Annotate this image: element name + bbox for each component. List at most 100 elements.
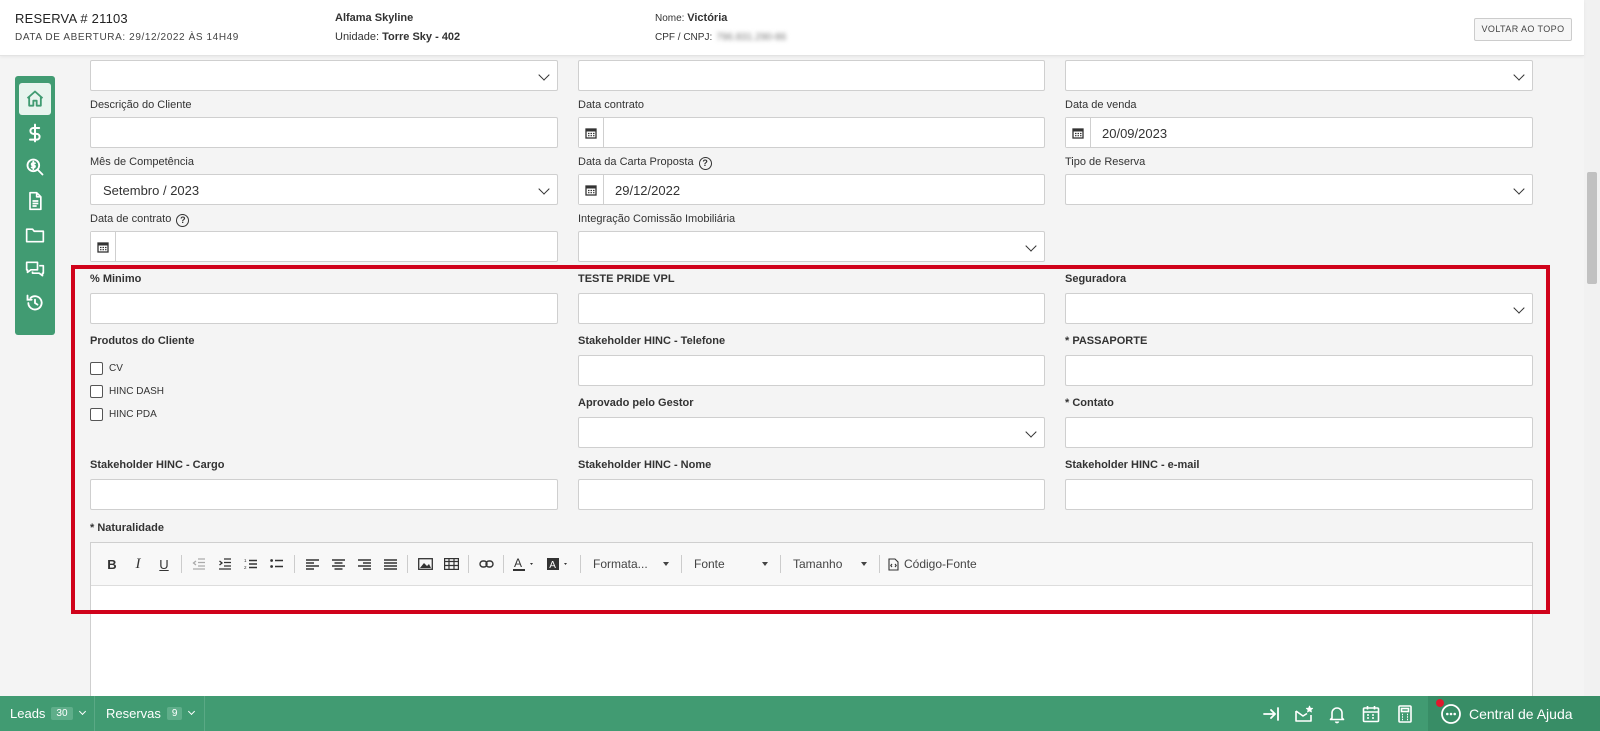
reservation-number: RESERVA # 21103 bbox=[15, 11, 128, 26]
data-carta-proposta-input[interactable]: 29/12/2022 bbox=[578, 174, 1045, 205]
page-header: RESERVA # 21103 DATA DE ABERTURA: 29/12/… bbox=[0, 0, 1584, 56]
sidebar bbox=[15, 76, 55, 335]
search-dollar-icon bbox=[26, 158, 44, 176]
checkbox-box[interactable] bbox=[90, 408, 103, 421]
outdent-button[interactable] bbox=[186, 552, 212, 576]
data-contrato-input[interactable] bbox=[578, 117, 1045, 148]
stakeholder-nome-input[interactable] bbox=[578, 479, 1045, 510]
label-data-contrato: Data contrato bbox=[578, 99, 645, 111]
leads-count-badge: 30 bbox=[51, 707, 73, 720]
justify-button[interactable] bbox=[377, 552, 403, 576]
reservation-info: RESERVA # 21103 DATA DE ABERTURA: 29/12/… bbox=[15, 11, 239, 43]
stakeholder-cargo-input[interactable] bbox=[90, 479, 558, 510]
image-button[interactable] bbox=[412, 552, 438, 576]
tipo-reserva-select[interactable] bbox=[1065, 174, 1533, 205]
naturalidade-editor[interactable]: B I U 12 A A Formata... Fonte Tamanho Có… bbox=[90, 542, 1533, 712]
input-top-col2[interactable] bbox=[578, 60, 1045, 91]
align-right-button[interactable] bbox=[351, 552, 377, 576]
integracao-comissao-select[interactable] bbox=[578, 231, 1045, 262]
calculator-icon[interactable] bbox=[1395, 704, 1415, 724]
bell-icon[interactable] bbox=[1327, 704, 1347, 724]
back-to-top-button[interactable]: VOLTAR AO TOPO bbox=[1474, 18, 1572, 41]
calendar-icon[interactable] bbox=[579, 118, 604, 147]
svg-text:A: A bbox=[549, 560, 556, 571]
data-venda-input[interactable]: 20/09/2023 bbox=[1065, 117, 1533, 148]
label-stakeholder-email: Stakeholder HINC - e-mail bbox=[1065, 459, 1200, 471]
sidebar-item-history[interactable] bbox=[15, 287, 55, 319]
align-center-button[interactable] bbox=[325, 552, 351, 576]
sidebar-item-documents[interactable] bbox=[15, 185, 55, 217]
label-data-carta-proposta: Data da Carta Proposta? bbox=[578, 156, 712, 170]
editor-body[interactable] bbox=[91, 586, 1532, 711]
font-dropdown[interactable]: Fonte bbox=[686, 552, 776, 576]
stakeholder-telefone-input[interactable] bbox=[578, 355, 1045, 386]
checkbox-box[interactable] bbox=[90, 385, 103, 398]
sidebar-item-financial[interactable] bbox=[15, 117, 55, 149]
leads-menu[interactable]: Leads 30 bbox=[10, 696, 86, 731]
mail-star-icon[interactable] bbox=[1294, 704, 1314, 724]
help-center-button[interactable]: Central de Ajuda bbox=[1428, 696, 1600, 731]
checkbox-hinc-pda[interactable]: HINC PDA bbox=[90, 408, 157, 421]
teste-pride-vpl-input[interactable] bbox=[578, 293, 1045, 324]
bulleted-list-button[interactable] bbox=[264, 552, 290, 576]
reservas-menu[interactable]: Reservas 9 bbox=[106, 696, 196, 731]
doc-value: 796.831.290-86 bbox=[716, 32, 787, 43]
data-de-contrato-input[interactable] bbox=[90, 231, 558, 262]
sidebar-item-search-financial[interactable] bbox=[15, 151, 55, 183]
percent-minimo-input[interactable] bbox=[90, 293, 558, 324]
opening-date: DATA DE ABERTURA: 29/12/2022 ÀS 14H49 bbox=[15, 32, 239, 43]
document-icon bbox=[29, 191, 42, 211]
bold-button[interactable]: B bbox=[99, 552, 125, 576]
italic-button[interactable]: I bbox=[125, 552, 151, 576]
sidebar-item-home[interactable] bbox=[19, 83, 51, 115]
doc-label: CPF / CNPJ: bbox=[655, 32, 713, 43]
mes-competencia-select[interactable]: Setembro / 2023 bbox=[90, 174, 558, 205]
background-color-button[interactable]: A bbox=[542, 552, 576, 576]
label-produtos-cliente: Produtos do Cliente bbox=[90, 335, 195, 347]
label-stakeholder-telefone: Stakeholder HINC - Telefone bbox=[578, 335, 726, 347]
link-button[interactable] bbox=[473, 552, 499, 576]
passaporte-input[interactable] bbox=[1065, 355, 1533, 386]
table-button[interactable] bbox=[438, 552, 464, 576]
contato-input[interactable] bbox=[1065, 417, 1533, 448]
label-seguradora: Seguradora bbox=[1065, 273, 1127, 285]
seguradora-select[interactable] bbox=[1065, 293, 1533, 324]
align-left-button[interactable] bbox=[299, 552, 325, 576]
chevron-down-icon bbox=[1025, 426, 1037, 438]
aprovado-gestor-select[interactable] bbox=[578, 417, 1045, 448]
unit-label: Unidade: bbox=[335, 31, 380, 43]
toolbar-separator bbox=[681, 555, 682, 573]
collapse-right-icon[interactable] bbox=[1261, 704, 1281, 724]
stakeholder-email-input[interactable] bbox=[1065, 479, 1533, 510]
checkbox-hinc-dash[interactable]: HINC DASH bbox=[90, 385, 164, 398]
select-top-col3[interactable] bbox=[1065, 60, 1533, 91]
text-color-button[interactable]: A bbox=[508, 552, 542, 576]
descricao-cliente-input[interactable] bbox=[90, 117, 558, 148]
format-dropdown[interactable]: Formata... bbox=[585, 552, 677, 576]
chevron-down-icon bbox=[78, 707, 86, 716]
help-icon[interactable]: ? bbox=[698, 157, 712, 170]
source-code-button[interactable]: Código-Fonte bbox=[884, 552, 985, 576]
size-dropdown[interactable]: Tamanho bbox=[785, 552, 875, 576]
select-top-col1[interactable] bbox=[90, 60, 558, 91]
calendar-icon[interactable] bbox=[1066, 118, 1091, 147]
page-scrollbar[interactable] bbox=[1584, 0, 1600, 696]
calendar-icon[interactable] bbox=[91, 232, 116, 261]
sidebar-item-folder[interactable] bbox=[15, 219, 55, 251]
sidebar-item-chat[interactable] bbox=[15, 253, 55, 285]
help-icon[interactable]: ? bbox=[176, 214, 190, 227]
scrollbar-thumb[interactable] bbox=[1587, 172, 1597, 284]
checkbox-cv[interactable]: CV bbox=[90, 362, 123, 375]
calendar-icon[interactable] bbox=[1361, 704, 1381, 724]
indent-button[interactable] bbox=[212, 552, 238, 576]
underline-button[interactable]: U bbox=[151, 552, 177, 576]
chevron-down-icon bbox=[1513, 183, 1525, 195]
client-name-label: Nome: bbox=[655, 13, 685, 24]
folder-icon bbox=[25, 228, 45, 243]
label-teste-pride-vpl: TESTE PRIDE VPL bbox=[578, 273, 675, 285]
source-code-icon bbox=[888, 557, 899, 571]
numbered-list-button[interactable]: 12 bbox=[238, 552, 264, 576]
checkbox-box[interactable] bbox=[90, 362, 103, 375]
editor-toolbar: B I U 12 A A Formata... Fonte Tamanho Có… bbox=[91, 543, 1532, 586]
calendar-icon[interactable] bbox=[579, 175, 604, 204]
